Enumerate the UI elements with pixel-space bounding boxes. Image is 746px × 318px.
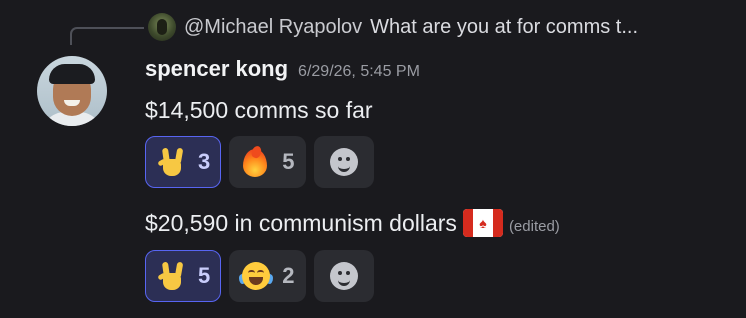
reply-avatar[interactable] bbox=[148, 13, 176, 41]
message-text: $14,500 comms so far bbox=[145, 94, 373, 126]
add-reaction-button[interactable] bbox=[313, 250, 374, 302]
message-header: spencer kong 6/29/26, 5:45 PM bbox=[145, 56, 420, 88]
reply-author[interactable]: @Michael Ryapolov bbox=[184, 16, 362, 39]
reaction-count: 5 bbox=[198, 263, 211, 288]
reaction-fire[interactable]: 5 bbox=[229, 136, 306, 188]
reaction-sign-of-the-horns[interactable]: 3 bbox=[145, 136, 222, 188]
reply-connector bbox=[70, 27, 144, 45]
reply-preview[interactable]: What are you at for comms t... bbox=[370, 16, 638, 39]
reaction-bar: 3 5 bbox=[145, 136, 374, 188]
edited-label: (edited) bbox=[508, 217, 560, 235]
message-text: $20,590 in communism dollars ♠ (edited) bbox=[145, 206, 560, 240]
sign-of-the-horns-icon bbox=[156, 260, 188, 292]
reaction-face-with-tears-of-joy[interactable]: 2 bbox=[229, 250, 306, 302]
message-content: $14,500 comms so far bbox=[145, 96, 373, 123]
avatar[interactable] bbox=[37, 56, 107, 126]
author-name[interactable]: spencer kong bbox=[145, 56, 288, 82]
reaction-bar: 5 2 bbox=[145, 250, 374, 302]
flag-canada-icon: ♠ bbox=[462, 209, 503, 237]
reaction-count: 5 bbox=[282, 149, 295, 174]
message-content: $20,590 in communism dollars bbox=[145, 209, 457, 236]
add-reaction-icon bbox=[329, 148, 358, 176]
message-timestamp[interactable]: 6/29/26, 5:45 PM bbox=[298, 63, 420, 81]
add-reaction-icon bbox=[329, 262, 358, 290]
add-reaction-button[interactable] bbox=[313, 136, 374, 188]
sign-of-the-horns-icon bbox=[156, 146, 188, 178]
chat-message-group: @Michael Ryapolov What are you at for co… bbox=[0, 0, 746, 318]
fire-icon bbox=[240, 144, 272, 178]
reaction-sign-of-the-horns[interactable]: 5 bbox=[145, 250, 222, 302]
reaction-count: 3 bbox=[198, 149, 211, 174]
reaction-count: 2 bbox=[282, 263, 295, 288]
reply-reference[interactable]: @Michael Ryapolov What are you at for co… bbox=[148, 12, 638, 42]
face-with-tears-of-joy-icon bbox=[239, 260, 274, 292]
